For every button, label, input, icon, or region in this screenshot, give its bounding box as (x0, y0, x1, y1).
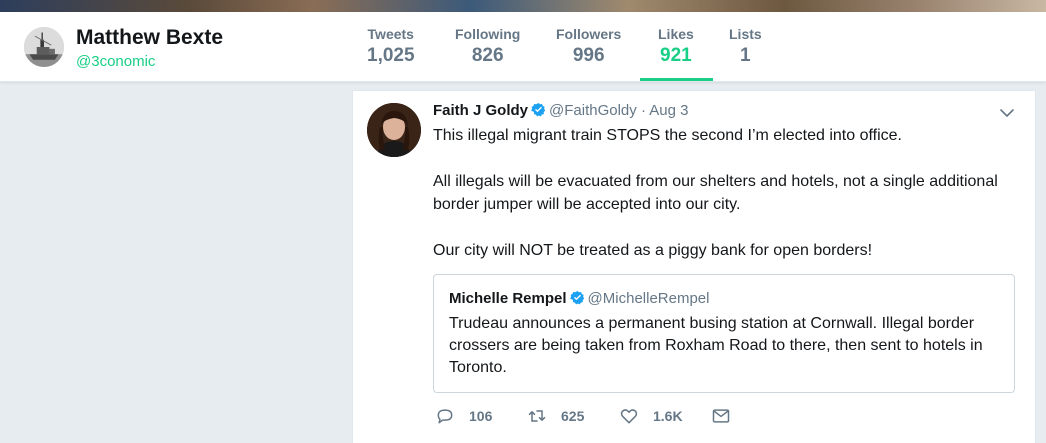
reply-count: 106 (469, 408, 493, 424)
stat-value: 1,025 (367, 45, 415, 66)
author-photo-icon (367, 103, 421, 157)
reply-icon (437, 409, 453, 424)
tweet-header: Faith J Goldy @FaithGoldy · Aug 3 (433, 102, 689, 119)
stat-value: 996 (572, 45, 605, 66)
tweet-author-avatar[interactable] (367, 103, 421, 157)
tweet-card[interactable]: Faith J Goldy @FaithGoldy · Aug 3 This il… (352, 90, 1036, 443)
tweet-paragraph: Our city will NOT be treated as a piggy … (433, 242, 873, 259)
stat-tweets[interactable]: Tweets 1,025 (367, 26, 415, 67)
tweet-author-name[interactable]: Faith J Goldy (433, 102, 528, 119)
stat-label: Followers (556, 26, 622, 42)
quoted-tweet-text: Trudeau announces a permanent busing sta… (449, 315, 983, 376)
chevron-down-icon[interactable] (999, 105, 1015, 121)
profile-header-bar: Matthew Bexte @3conomic Tweets 1,025 Fol… (0, 12, 1046, 82)
profile-handle[interactable]: @3conomic (76, 53, 155, 70)
profile-banner (0, 0, 1046, 12)
retweet-count: 625 (561, 408, 585, 424)
verified-icon (569, 290, 584, 305)
ship-icon (24, 27, 64, 67)
retweet-icon (528, 410, 546, 422)
profile-name[interactable]: Matthew Bexte (76, 26, 223, 50)
tweet-timestamp[interactable]: Aug 3 (649, 102, 688, 119)
like-count: 1.6K (653, 408, 683, 424)
verified-icon (531, 102, 546, 117)
stat-likes[interactable]: Likes 921 (658, 26, 694, 67)
tweet-text: This illegal migrant train STOPS the sec… (433, 124, 1018, 262)
retweet-button[interactable]: 625 (527, 406, 584, 426)
tweet-paragraph: All illegals will be evacuated from our … (433, 173, 998, 213)
active-tab-indicator (640, 78, 713, 81)
stat-label: Lists (729, 26, 762, 42)
quoted-author-handle: @MichelleRempel (587, 290, 710, 307)
stat-followers[interactable]: Followers 996 (556, 26, 621, 67)
direct-message-icon (712, 409, 730, 423)
quoted-tweet[interactable]: Michelle Rempel @MichelleRempel Trudeau a… (433, 274, 1015, 393)
stat-value: 1 (740, 45, 751, 66)
stat-following[interactable]: Following 826 (455, 26, 520, 67)
tweet-paragraph: This illegal migrant train STOPS the sec… (433, 127, 902, 144)
quoted-tweet-header: Michelle Rempel @MichelleRempel (449, 290, 709, 307)
stat-value: 826 (471, 45, 504, 66)
header-separator: · (640, 102, 646, 119)
stat-value: 921 (660, 45, 692, 66)
reply-button[interactable]: 106 (435, 406, 492, 426)
stat-lists[interactable]: Lists 1 (729, 26, 762, 67)
like-button[interactable]: 1.6K (619, 406, 683, 426)
profile-avatar[interactable] (22, 25, 66, 69)
stat-label: Likes (658, 26, 694, 42)
direct-message-button[interactable] (711, 406, 731, 426)
quoted-author-name: Michelle Rempel (449, 290, 567, 307)
stat-label: Tweets (367, 26, 414, 42)
stat-label: Following (455, 26, 521, 42)
tweet-author-handle[interactable]: @FaithGoldy (549, 102, 637, 119)
like-icon (620, 409, 638, 424)
